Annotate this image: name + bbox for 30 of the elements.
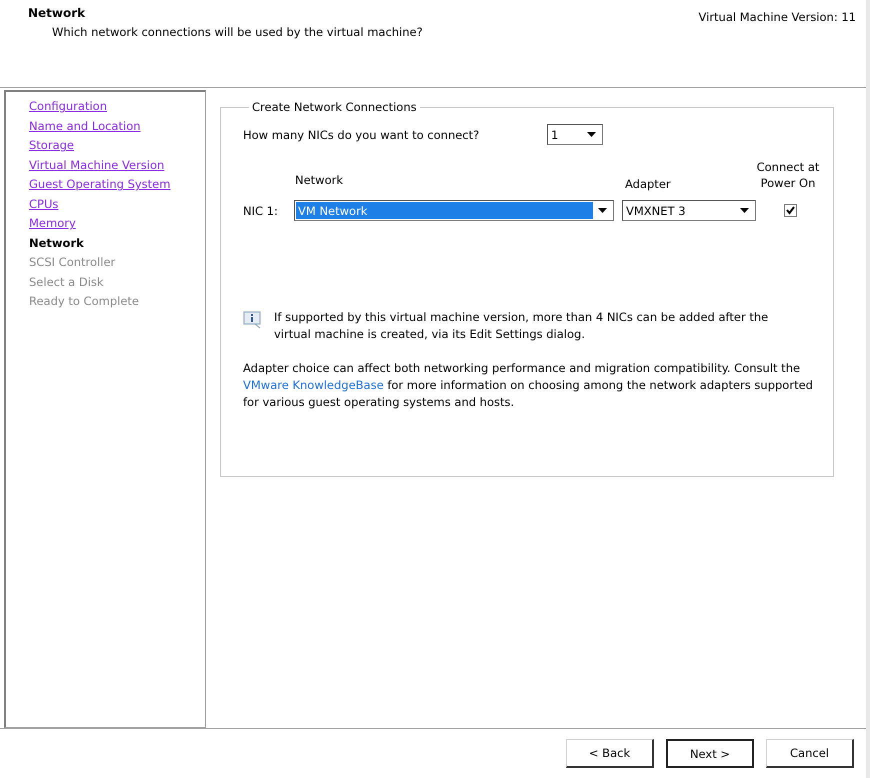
step-link[interactable]: Configuration xyxy=(29,97,107,117)
dropdown-caret-icon xyxy=(598,208,607,214)
info-icon xyxy=(243,311,263,330)
nic-count-dropdown[interactable]: 1 xyxy=(547,124,603,146)
column-header: Network xyxy=(295,173,344,188)
info-text: If supported by this virtual machine version, more than 4 NICs can be added after the virtual machine is created, via its Edit Settings dialog. xyxy=(274,309,770,344)
step-link[interactable]: CPUs xyxy=(29,194,58,214)
column-header: Connect at Power On xyxy=(756,159,820,192)
adapter-note: Adapter choice can affect both networking performance and migration compatibility. Consult the VMware KnowledgeBase for more information on choosing among the network adapters supported for various guest operating systems and hosts. xyxy=(243,360,814,412)
wizard-button[interactable]: < Back xyxy=(566,739,654,768)
step-link[interactable]: Guest Operating System xyxy=(29,175,170,195)
dropdown-caret-icon xyxy=(740,208,749,214)
connect-checkbox[interactable] xyxy=(784,204,797,218)
step-link[interactable]: Storage xyxy=(29,136,74,156)
page-title: Network xyxy=(28,6,86,20)
step-link[interactable]: Virtual Machine Version xyxy=(29,156,164,176)
step-link[interactable]: Memory xyxy=(29,214,76,234)
wizard-button[interactable]: Cancel xyxy=(766,739,854,768)
network-dropdown[interactable]: VM Network xyxy=(294,200,614,222)
group-title: Create Network Connections xyxy=(251,100,418,114)
step-link[interactable]: Name and Location xyxy=(29,116,141,136)
column-header: Adapter xyxy=(625,177,672,192)
nic-label: NIC 1: xyxy=(243,204,279,218)
nic-count-label: How many NICs do you want to connect? xyxy=(243,128,480,142)
version-label: Virtual Machine Version: 11 xyxy=(698,10,856,26)
wizard-button[interactable]: Next > xyxy=(666,739,754,768)
dropdown-caret-icon xyxy=(587,132,596,138)
adapter-dropdown[interactable]: VMXNET 3 xyxy=(622,200,756,222)
page-subtitle: Which network connections will be used by the virtual machine? xyxy=(52,25,423,39)
knowledgebase-link[interactable]: VMware KnowledgeBase xyxy=(243,378,384,392)
